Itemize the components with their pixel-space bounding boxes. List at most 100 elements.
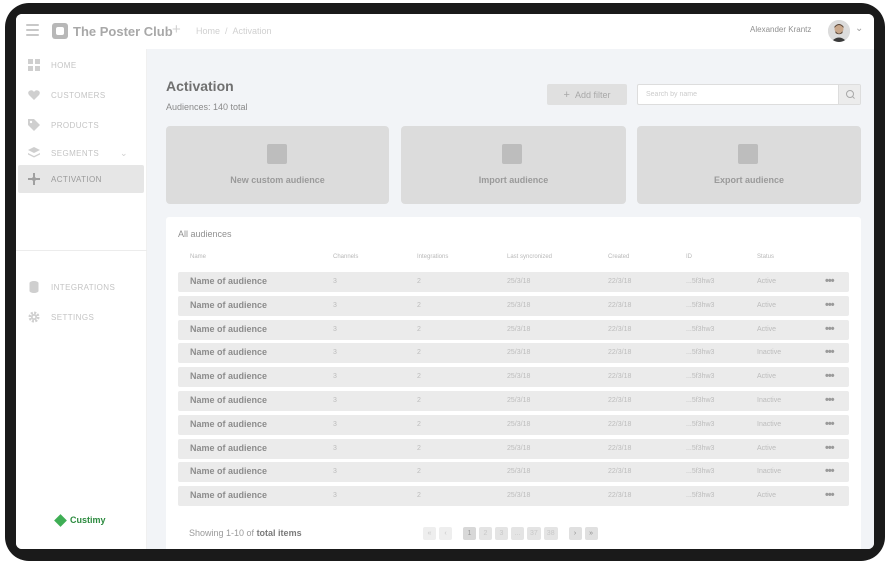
page-button[interactable]: 37 — [527, 526, 541, 540]
sidebar-item-label: HOME — [51, 60, 77, 70]
table-row[interactable]: Name of audience 3 2 25/3/18 22/3/18 ...5f3hw… — [178, 486, 849, 507]
search-icon[interactable] — [838, 85, 860, 104]
sidebar-item-settings[interactable]: SETTINGS — [18, 303, 144, 331]
cell-integrations: 2 — [417, 373, 421, 381]
sidebar-item-integrations[interactable]: INTEGRATIONS — [18, 273, 144, 301]
activation-icon — [28, 173, 40, 185]
more-options-icon[interactable]: ••• — [825, 394, 835, 406]
search-input[interactable] — [638, 85, 838, 104]
column-header-id[interactable]: ID — [686, 254, 692, 260]
cell-integrations: 2 — [417, 444, 421, 452]
more-options-icon[interactable]: ••• — [825, 275, 835, 287]
sidebar-item-label: SEGMENTS — [51, 148, 100, 158]
cell-id: ...5f3hw3 — [686, 396, 715, 404]
cell-integrations: 2 — [417, 349, 421, 357]
sidebar-item-products[interactable]: PRODUCTS — [18, 111, 144, 139]
table-row[interactable]: Name of audience 3 2 25/3/18 22/3/18 ...5f3hw… — [178, 438, 849, 459]
export-audience-card[interactable]: Export audience — [637, 126, 861, 204]
cell-integrations: 2 — [417, 278, 421, 285]
column-header-channels[interactable]: Channels — [333, 254, 358, 260]
sidebar-item-customers[interactable]: CUSTOMERS — [18, 81, 144, 109]
cell-name[interactable]: Name of audience — [190, 395, 267, 405]
cell-created: 22/3/18 — [608, 468, 632, 476]
column-header-integrations[interactable]: Integrations — [417, 254, 448, 260]
cell-id: ...5f3hw3 — [686, 301, 715, 309]
column-header-name[interactable]: Name — [190, 254, 206, 260]
more-options-icon[interactable]: ••• — [825, 323, 835, 335]
page-button[interactable]: 3 — [495, 526, 508, 540]
more-options-icon[interactable]: ••• — [825, 418, 835, 430]
cell-channels: 3 — [333, 468, 337, 476]
cell-name[interactable]: Name of audience — [190, 347, 267, 357]
first-page-button[interactable]: « — [423, 526, 436, 540]
card-placeholder-icon — [502, 144, 522, 164]
page-button[interactable]: 38 — [543, 526, 558, 540]
main-content: Activation Audiences: 140 total + Add fi… — [147, 49, 874, 549]
chevron-down-icon[interactable]: ⌄ — [120, 148, 128, 159]
cell-name[interactable]: Name of audience — [190, 324, 267, 334]
cell-id: ...5f3hw3 — [686, 444, 715, 452]
column-header-status[interactable]: Status — [757, 254, 774, 260]
new-custom-audience-card[interactable]: New custom audience — [166, 126, 389, 204]
cell-status: Active — [757, 325, 777, 333]
add-filter-button[interactable]: + Add filter — [547, 84, 627, 105]
table-body: Name of audience 3 2 25/3/18 22/3/18 ...5f3hw… — [178, 272, 849, 510]
user-name[interactable]: Alexander Krantz — [750, 25, 811, 34]
page-title: Activation — [166, 78, 234, 94]
table-row[interactable]: Name of audience 3 2 25/3/18 22/3/18 ...5f3hw… — [178, 414, 849, 435]
more-options-icon[interactable]: ••• — [825, 442, 835, 454]
table-row[interactable]: Name of audience 3 2 25/3/18 22/3/18 ...5f3hw… — [178, 390, 849, 411]
cell-name[interactable]: Name of audience — [190, 300, 267, 310]
sidebar-item-segments[interactable]: SEGMENTS ⌄ — [18, 139, 144, 167]
sidebar-item-activation[interactable]: ACTIVATION — [18, 165, 144, 193]
import-audience-card[interactable]: Import audience — [401, 126, 626, 204]
cell-name[interactable]: Name of audience — [190, 276, 267, 286]
layers-icon — [28, 147, 40, 158]
cell-name[interactable]: Name of audience — [190, 490, 267, 500]
cell-name[interactable]: Name of audience — [190, 443, 267, 453]
sidebar-item-home[interactable]: HOME — [18, 51, 144, 79]
more-options-icon[interactable]: ••• — [825, 370, 835, 382]
card-placeholder-icon — [738, 144, 758, 164]
chevron-down-icon[interactable]: ⌄ — [855, 23, 863, 34]
table-row[interactable]: Name of audience 3 2 25/3/18 22/3/18 ...5f3hw… — [178, 272, 849, 292]
more-options-icon[interactable]: ••• — [825, 346, 835, 358]
cell-channels: 3 — [333, 301, 337, 309]
app-title[interactable]: The Poster Club — [73, 24, 173, 39]
more-options-icon[interactable]: ••• — [825, 299, 835, 311]
more-options-icon[interactable]: ••• — [825, 465, 835, 477]
cell-channels: 3 — [333, 373, 337, 381]
cell-last-synced: 25/3/18 — [507, 492, 531, 500]
cell-created: 22/3/18 — [608, 492, 632, 500]
table-row[interactable]: Name of audience 3 2 25/3/18 22/3/18 ...5f3hw… — [178, 295, 849, 316]
table-row[interactable]: Name of audience 3 2 25/3/18 22/3/18 ...5f3hw… — [178, 367, 849, 388]
column-header-created[interactable]: Created — [608, 254, 629, 260]
next-page-button[interactable]: › — [568, 526, 582, 540]
cell-name[interactable]: Name of audience — [190, 466, 267, 476]
plus-icon[interactable]: + — [172, 21, 181, 38]
cell-name[interactable]: Name of audience — [190, 419, 267, 429]
cell-created: 22/3/18 — [608, 349, 632, 357]
page-button[interactable]: 1 — [463, 526, 476, 540]
last-page-button[interactable]: » — [584, 526, 598, 540]
more-options-icon[interactable]: ••• — [825, 489, 835, 501]
cell-created: 22/3/18 — [608, 444, 632, 452]
page-button[interactable]: 2 — [479, 526, 492, 540]
avatar[interactable] — [828, 20, 850, 42]
table-row[interactable]: Name of audience 3 2 25/3/18 22/3/18 ...5f3hw… — [178, 343, 849, 364]
cell-created: 22/3/18 — [608, 325, 632, 333]
column-header-last-synced[interactable]: Last syncronized — [507, 254, 552, 260]
cell-channels: 3 — [333, 278, 337, 285]
cell-name[interactable]: Name of audience — [190, 371, 267, 381]
cell-created: 22/3/18 — [608, 301, 632, 309]
sidebar-item-label: PRODUCTS — [51, 120, 100, 130]
prev-page-button[interactable]: ‹ — [439, 526, 452, 540]
hamburger-menu-icon[interactable] — [26, 24, 39, 36]
cell-last-synced: 25/3/18 — [507, 468, 531, 476]
table-row[interactable]: Name of audience 3 2 25/3/18 22/3/18 ...5f3hw… — [178, 462, 849, 483]
breadcrumb: Home / Activation — [196, 26, 272, 36]
sidebar: HOME CUSTOMERS PRODUCTS SEGMENTS ⌄ ACTIV… — [16, 49, 147, 549]
table-row[interactable]: Name of audience 3 2 25/3/18 22/3/18 ...5f3hw… — [178, 319, 849, 340]
pagination: « ‹ 1 2 3 ... 37 38 › » — [423, 526, 601, 540]
breadcrumb-home[interactable]: Home — [196, 26, 220, 36]
